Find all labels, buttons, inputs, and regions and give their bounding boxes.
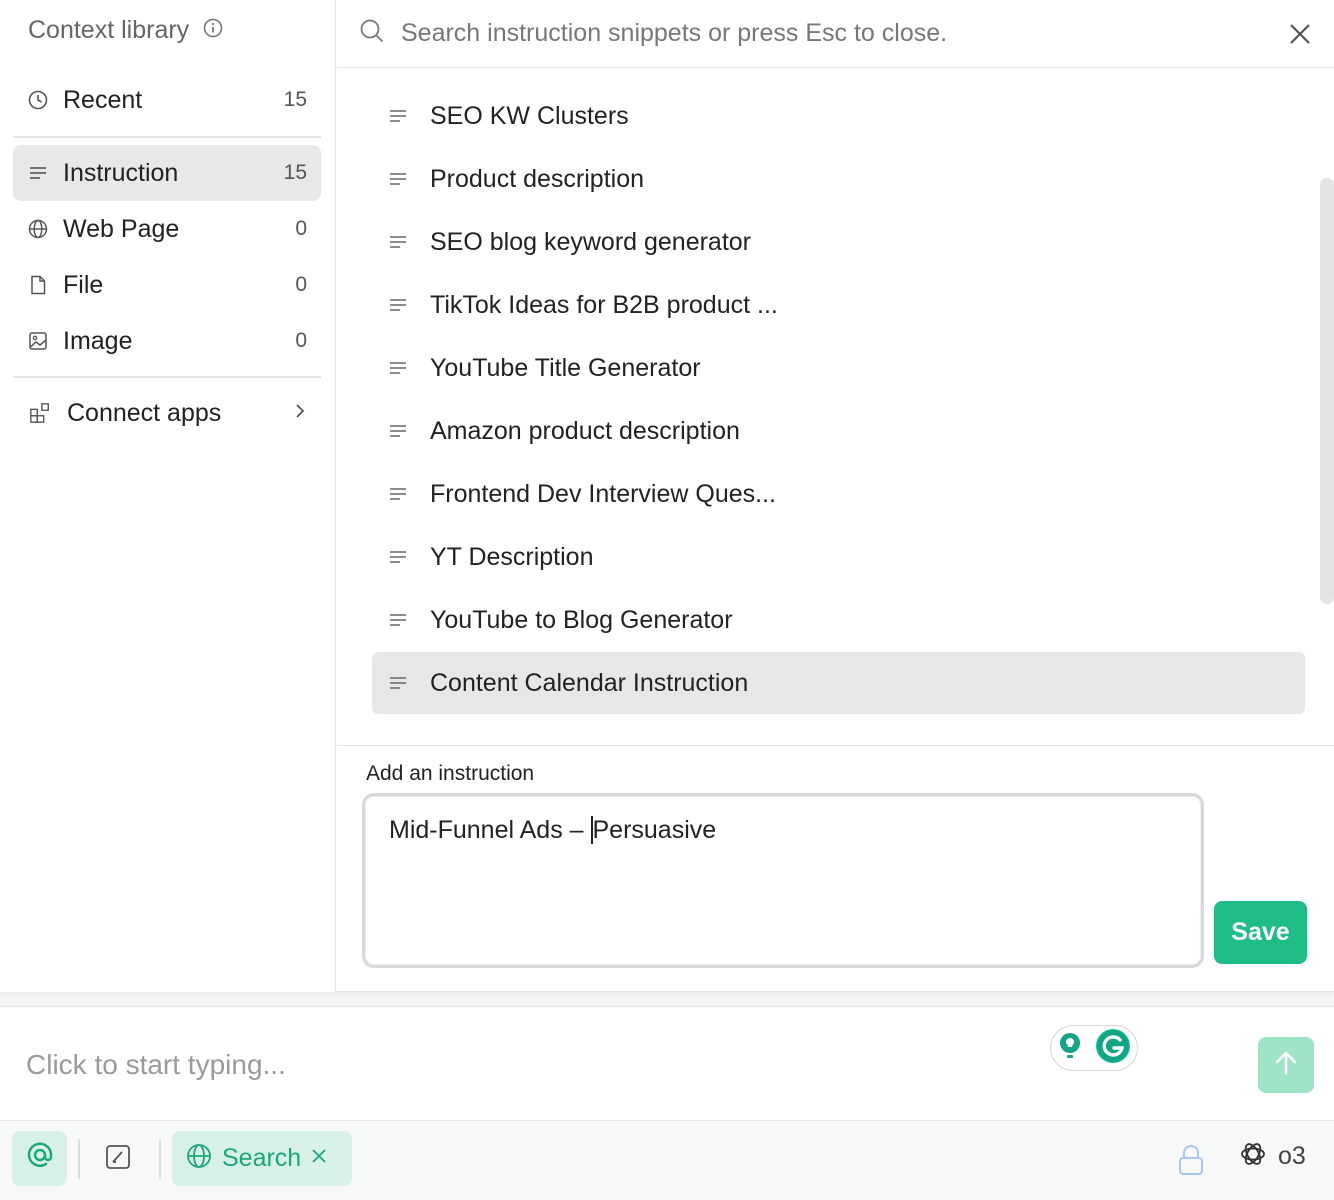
instruction-textarea[interactable]: Mid-Funnel Ads – Persuasive bbox=[362, 793, 1204, 968]
list-item[interactable]: YT Description bbox=[372, 526, 1305, 588]
library-title-text: Context library bbox=[28, 16, 190, 44]
lines-icon bbox=[388, 675, 410, 691]
toolbar-separator bbox=[159, 1139, 161, 1179]
list-item-label: SEO KW Clusters bbox=[430, 101, 629, 130]
sidebar-item-web-page[interactable]: Web Page 0 bbox=[13, 201, 321, 257]
message-input[interactable]: Click to start typing... bbox=[26, 1049, 286, 1081]
lines-icon bbox=[388, 423, 410, 439]
list-item-label: Amazon product description bbox=[430, 416, 740, 445]
sidebar-item-instruction[interactable]: Instruction 15 bbox=[13, 145, 321, 201]
list-item-label: Product description bbox=[430, 164, 645, 193]
sidebar-item-recent[interactable]: Recent 15 bbox=[13, 72, 321, 128]
sidebar-item-label: Image bbox=[63, 326, 133, 355]
save-button[interactable]: Save bbox=[1214, 901, 1307, 964]
web-search-label: Search bbox=[222, 1144, 302, 1172]
image-icon bbox=[27, 330, 49, 352]
mention-button[interactable] bbox=[12, 1131, 67, 1186]
sidebar-item-image[interactable]: Image 0 bbox=[13, 313, 321, 369]
chevron-right-icon bbox=[293, 402, 307, 425]
file-icon bbox=[27, 274, 49, 296]
instruction-text-before-caret: Mid-Funnel Ads – bbox=[389, 816, 591, 845]
toolbar-separator bbox=[78, 1139, 80, 1179]
send-button[interactable] bbox=[1258, 1037, 1314, 1093]
sidebar-item-count: 15 bbox=[283, 88, 307, 111]
list-item[interactable]: YouTube to Blog Generator bbox=[372, 589, 1305, 651]
library-title: Context library bbox=[28, 16, 223, 45]
instruction-text-after-caret: Persuasive bbox=[592, 816, 717, 845]
close-icon[interactable] bbox=[1284, 18, 1316, 50]
sidebar-item-count: 0 bbox=[295, 329, 307, 352]
list-item-label: YT Description bbox=[430, 542, 594, 571]
list-item[interactable]: TikTok Ideas for B2B product ... bbox=[372, 274, 1305, 336]
connect-apps-item[interactable]: Connect apps bbox=[13, 385, 321, 441]
list-item-label: YouTube to Blog Generator bbox=[430, 605, 733, 634]
list-item-label: Frontend Dev Interview Ques... bbox=[430, 479, 776, 508]
close-icon[interactable] bbox=[311, 1148, 327, 1169]
openai-logo-icon bbox=[1238, 1139, 1268, 1174]
search-input[interactable]: Search instruction snippets or press Esc… bbox=[401, 19, 947, 48]
sidebar-item-count: 0 bbox=[295, 273, 307, 296]
list-item-label: TikTok Ideas for B2B product ... bbox=[430, 290, 778, 319]
model-selector[interactable]: o3 bbox=[1238, 1139, 1306, 1174]
info-icon[interactable] bbox=[203, 16, 223, 45]
lines-icon bbox=[388, 108, 410, 124]
lines-icon bbox=[388, 486, 410, 502]
list-scrollbar[interactable] bbox=[1320, 178, 1334, 604]
model-label: o3 bbox=[1278, 1142, 1306, 1170]
globe-icon bbox=[27, 218, 49, 240]
instruction-list: SEO KW Clusters Product description SEO … bbox=[337, 68, 1334, 746]
search-icon bbox=[359, 18, 385, 49]
list-item-label: Content Calendar Instruction bbox=[430, 668, 749, 697]
lines-icon bbox=[388, 549, 410, 565]
lines-icon bbox=[388, 612, 410, 628]
clock-icon bbox=[27, 89, 49, 111]
arrow-up-icon bbox=[1272, 1049, 1300, 1082]
snippet-search-bar[interactable]: Search instruction snippets or press Esc… bbox=[337, 0, 1334, 68]
edit-square-icon bbox=[105, 1144, 131, 1175]
globe-icon bbox=[186, 1143, 212, 1174]
list-item[interactable]: Amazon product description bbox=[372, 400, 1305, 462]
section-divider bbox=[337, 745, 1334, 746]
lines-icon bbox=[388, 234, 410, 250]
lines-icon bbox=[388, 297, 410, 313]
list-item[interactable]: SEO blog keyword generator bbox=[372, 211, 1305, 273]
composer-toolbar: Search o3 bbox=[0, 1120, 1334, 1200]
sidebar-item-label: Recent bbox=[63, 85, 143, 114]
lines-icon bbox=[388, 360, 410, 376]
sidebar-divider bbox=[13, 136, 321, 138]
sidebar-divider bbox=[13, 376, 321, 378]
sidebar-item-file[interactable]: File 0 bbox=[13, 257, 321, 313]
lightbulb-icon[interactable] bbox=[1057, 1031, 1083, 1066]
list-item[interactable]: Product description bbox=[372, 148, 1305, 210]
sidebar-item-label: Web Page bbox=[63, 214, 180, 243]
sidebar-item-count: 0 bbox=[295, 217, 307, 240]
apps-grid-icon bbox=[29, 402, 51, 424]
add-instruction-label: Add an instruction bbox=[366, 762, 535, 785]
grammarly-widget[interactable] bbox=[1050, 1025, 1138, 1071]
sidebar-item-count: 15 bbox=[283, 161, 307, 184]
at-sign-icon bbox=[26, 1141, 54, 1176]
lines-icon bbox=[388, 171, 410, 187]
connect-apps-label: Connect apps bbox=[67, 398, 222, 427]
list-item[interactable]: YouTube Title Generator bbox=[372, 337, 1305, 399]
lines-icon bbox=[27, 162, 49, 184]
sidebar-item-label: Instruction bbox=[63, 158, 179, 187]
sidebar-item-label: File bbox=[63, 270, 104, 299]
context-library-panel: Context library Recent 15 Instruction 15 bbox=[0, 0, 1334, 992]
list-item[interactable]: Frontend Dev Interview Ques... bbox=[372, 463, 1305, 525]
list-item-selected[interactable]: Content Calendar Instruction bbox=[372, 652, 1305, 714]
web-search-toggle[interactable]: Search bbox=[172, 1131, 352, 1186]
prompt-edit-button[interactable] bbox=[98, 1139, 138, 1179]
grammarly-icon[interactable] bbox=[1095, 1028, 1131, 1069]
list-item[interactable]: SEO KW Clusters bbox=[372, 85, 1305, 147]
list-item-label: YouTube Title Generator bbox=[430, 353, 701, 382]
list-item-label: SEO blog keyword generator bbox=[430, 227, 752, 256]
sidebar: Context library Recent 15 Instruction 15 bbox=[0, 0, 336, 992]
lock-icon[interactable] bbox=[1176, 1143, 1206, 1177]
